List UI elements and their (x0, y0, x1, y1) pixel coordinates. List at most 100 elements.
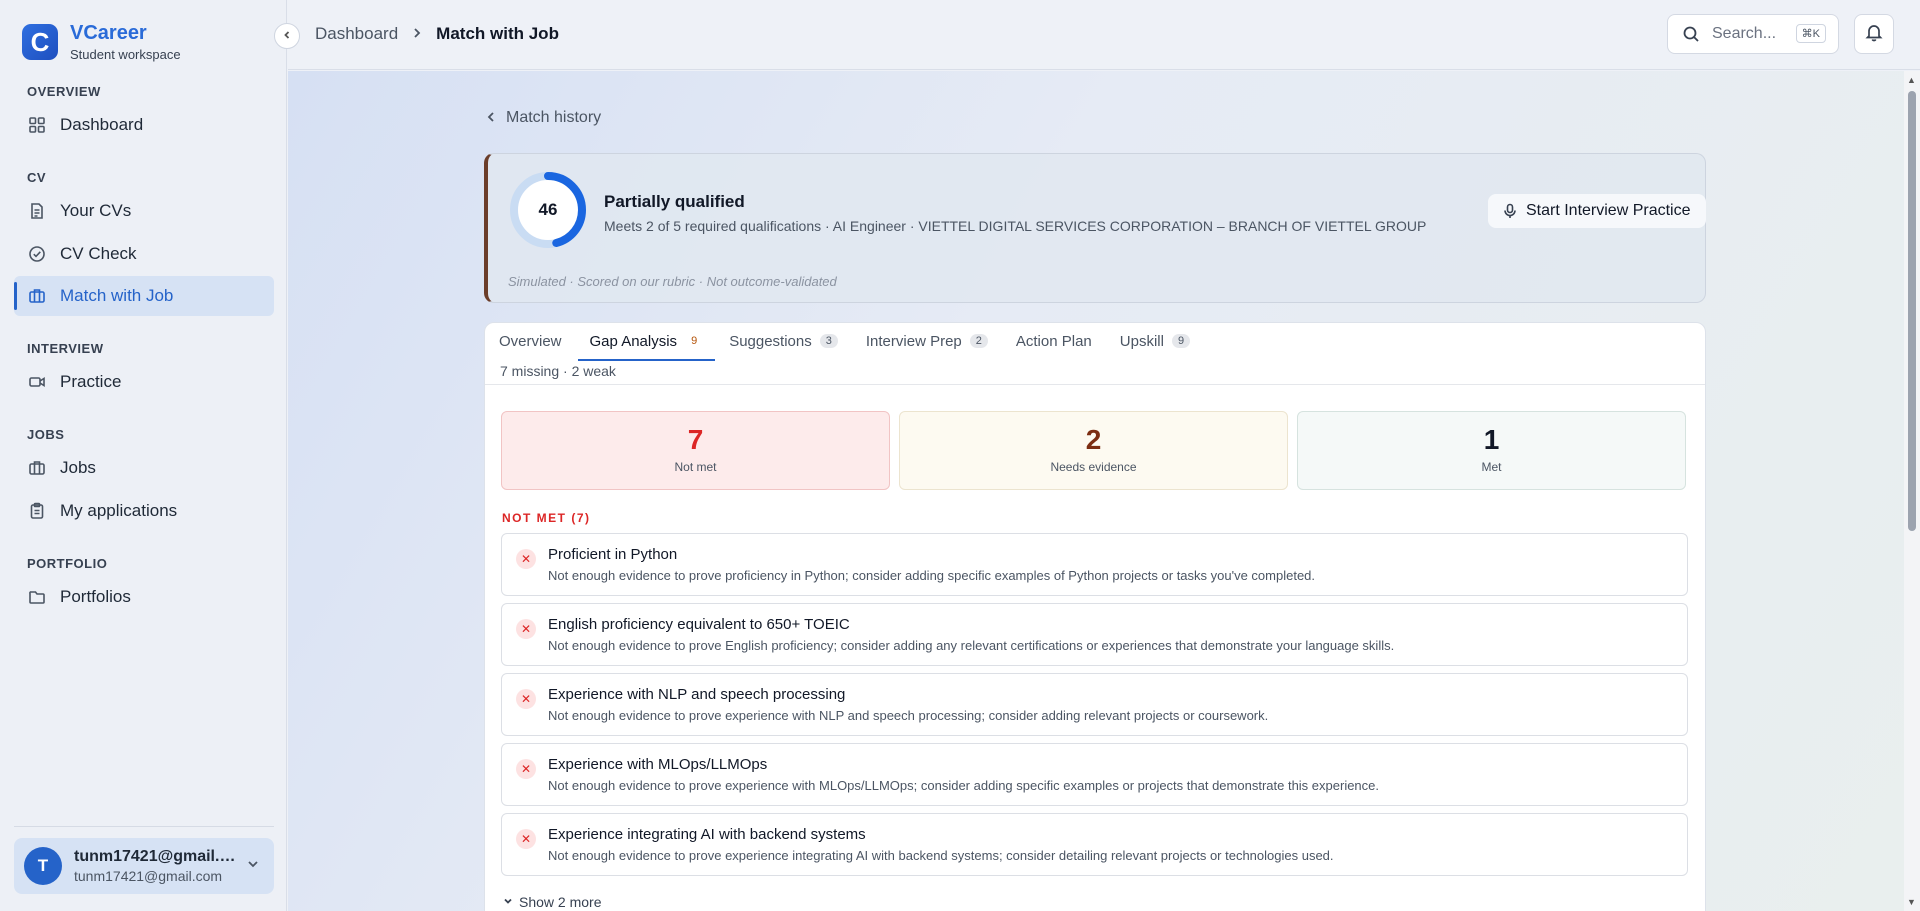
nav-section-jobs: JOBS (27, 427, 65, 442)
sidebar-item-portfolios[interactable]: Portfolios (14, 577, 274, 617)
tab-gap-analysis[interactable]: Gap Analysis 9 (577, 323, 716, 361)
match-history-link[interactable]: Match history (486, 109, 601, 127)
scroll-down-icon[interactable]: ▼ (1907, 897, 1916, 907)
gap-title: Proficient in Python (548, 546, 678, 563)
nav-section-portfolio: PORTFOLIO (27, 556, 108, 571)
tab-label: Upskill (1119, 332, 1164, 350)
file-icon (28, 202, 46, 220)
sidebar-item-practice[interactable]: Practice (14, 362, 274, 402)
scroll-up-icon[interactable]: ▲ (1907, 75, 1916, 85)
avatar: T (24, 847, 62, 885)
score-note: Simulated · Scored on our rubric · Not o… (508, 274, 837, 289)
sidebar-item-label: My applications (60, 501, 178, 520)
x-icon: ✕ (516, 549, 536, 569)
analysis-panel: Overview Gap Analysis 9 Suggestions 3 In… (484, 322, 1706, 911)
gap-item[interactable]: ✕ Experience integrating AI with backend… (501, 813, 1688, 876)
sidebar-item-jobs[interactable]: Jobs (14, 448, 274, 488)
scrollbar[interactable]: ▲ ▼ (1904, 71, 1920, 911)
gap-title: English proficiency equivalent to 650+ T… (548, 616, 850, 633)
gap-item[interactable]: ✕ Experience with NLP and speech process… (501, 673, 1688, 736)
score-summary: Meets 2 of 5 required qualifications · A… (604, 218, 1427, 234)
sidebar-item-label: Portfolios (60, 587, 131, 606)
gap-description: Not enough evidence to prove proficiency… (548, 568, 1316, 583)
tab-count-badge: 3 (819, 334, 838, 348)
gap-description: Not enough evidence to prove experience … (548, 848, 1334, 863)
notifications-button[interactable] (1854, 14, 1894, 54)
tab-interview-prep[interactable]: Interview Prep 2 (866, 323, 1002, 359)
chevron-down-icon (503, 896, 513, 909)
tab-count-badge: 2 (969, 334, 988, 348)
user-menu[interactable]: T tunm17421@gmail.com tunm17421@gmail.co… (14, 838, 274, 894)
briefcase-icon (28, 459, 46, 477)
tab-suggestions[interactable]: Suggestions 3 (729, 323, 852, 359)
check-circle-icon (28, 245, 46, 263)
folder-icon (28, 588, 46, 606)
search-input[interactable]: Search... ⌘K (1667, 14, 1839, 54)
tab-action-plan[interactable]: Action Plan (1016, 323, 1106, 359)
stat-label: Not met (674, 460, 717, 474)
breadcrumb-current: Match with Job (436, 24, 559, 43)
gap-title: Experience with NLP and speech processin… (548, 686, 846, 703)
tab-label: Interview Prep (865, 332, 962, 350)
sidebar-item-label: CV Check (60, 244, 137, 263)
tab-upskill[interactable]: Upskill 9 (1120, 323, 1204, 359)
user-name: tunm17421@gmail.com (74, 848, 239, 865)
search-icon (1682, 25, 1700, 43)
back-link-label: Match history (506, 109, 602, 126)
tab-label: Action Plan (1015, 332, 1092, 350)
gap-item[interactable]: ✕ English proficiency equivalent to 650+… (501, 603, 1688, 666)
nav-section-overview: OVERVIEW (27, 84, 101, 99)
show-more-label: Show 2 more (519, 894, 602, 910)
sidebar-item-match-with-job[interactable]: Match with Job (14, 276, 274, 316)
sidebar-item-dashboard[interactable]: Dashboard (14, 105, 274, 145)
collapse-sidebar-button[interactable] (274, 23, 300, 49)
show-more-button[interactable]: Show 2 more (503, 894, 601, 910)
x-icon: ✕ (516, 689, 536, 709)
start-interview-practice-button[interactable]: Start Interview Practice (1488, 194, 1706, 228)
panel-divider (485, 384, 1705, 385)
gap-item[interactable]: ✕ Proficient in Python Not enough eviden… (501, 533, 1688, 596)
grid-icon (28, 116, 46, 134)
microphone-icon (1502, 203, 1518, 219)
gap-description: Not enough evidence to prove experience … (548, 708, 1269, 723)
video-icon (28, 373, 46, 391)
tab-label: Overview (499, 332, 562, 350)
brand[interactable]: C VCareer Student workspace (22, 22, 181, 62)
gap-title: Experience with MLOps/LLMOps (548, 756, 768, 773)
tab-label: Suggestions (729, 332, 812, 350)
gap-title: Experience integrating AI with backend s… (548, 826, 866, 843)
chevron-down-icon (246, 857, 260, 874)
user-email: tunm17421@gmail.com (74, 868, 223, 884)
stat-label: Needs evidence (1050, 460, 1137, 474)
gap-description: Not enough evidence to prove English pro… (548, 638, 1395, 653)
nav-section-interview: INTERVIEW (27, 341, 104, 356)
sidebar-item-label: Match with Job (60, 286, 174, 305)
gap-item[interactable]: ✕ Experience with MLOps/LLMOps Not enoug… (501, 743, 1688, 806)
x-icon: ✕ (516, 829, 536, 849)
tab-overview[interactable]: Overview (499, 323, 576, 359)
sidebar-item-label: Jobs (60, 458, 96, 477)
brand-logo: C (22, 24, 58, 60)
tab-count-badge: 9 (691, 335, 698, 347)
breadcrumb-dashboard[interactable]: Dashboard (315, 24, 398, 44)
stat-label: Met (1481, 460, 1502, 474)
x-icon: ✕ (516, 759, 536, 779)
start-interview-practice-label: Start Interview Practice (1526, 202, 1691, 219)
tab-count-badge: 9 (1171, 334, 1191, 348)
chevron-left-icon (282, 29, 292, 43)
sidebar-item-my-applications[interactable]: My applications (14, 491, 274, 531)
sidebar-item-your-cvs[interactable]: Your CVs (14, 191, 274, 231)
sidebar: C VCareer Student workspace OVERVIEW Das… (0, 0, 287, 911)
scroll-thumb[interactable] (1908, 91, 1916, 531)
bell-icon (1864, 22, 1884, 47)
sidebar-item-label: Dashboard (60, 115, 144, 134)
stat-met: 1 Met (1297, 411, 1686, 490)
sidebar-item-cv-check[interactable]: CV Check (14, 234, 274, 274)
chevron-left-icon (486, 111, 496, 126)
briefcase-icon (28, 287, 46, 305)
brand-subtitle: Student workspace (70, 47, 181, 62)
stat-needs-evidence: 2 Needs evidence (899, 411, 1288, 490)
score-status: Partially qualified (604, 192, 745, 211)
score-value: 46 (538, 200, 558, 219)
breadcrumb: Dashboard Match with Job (315, 24, 559, 44)
